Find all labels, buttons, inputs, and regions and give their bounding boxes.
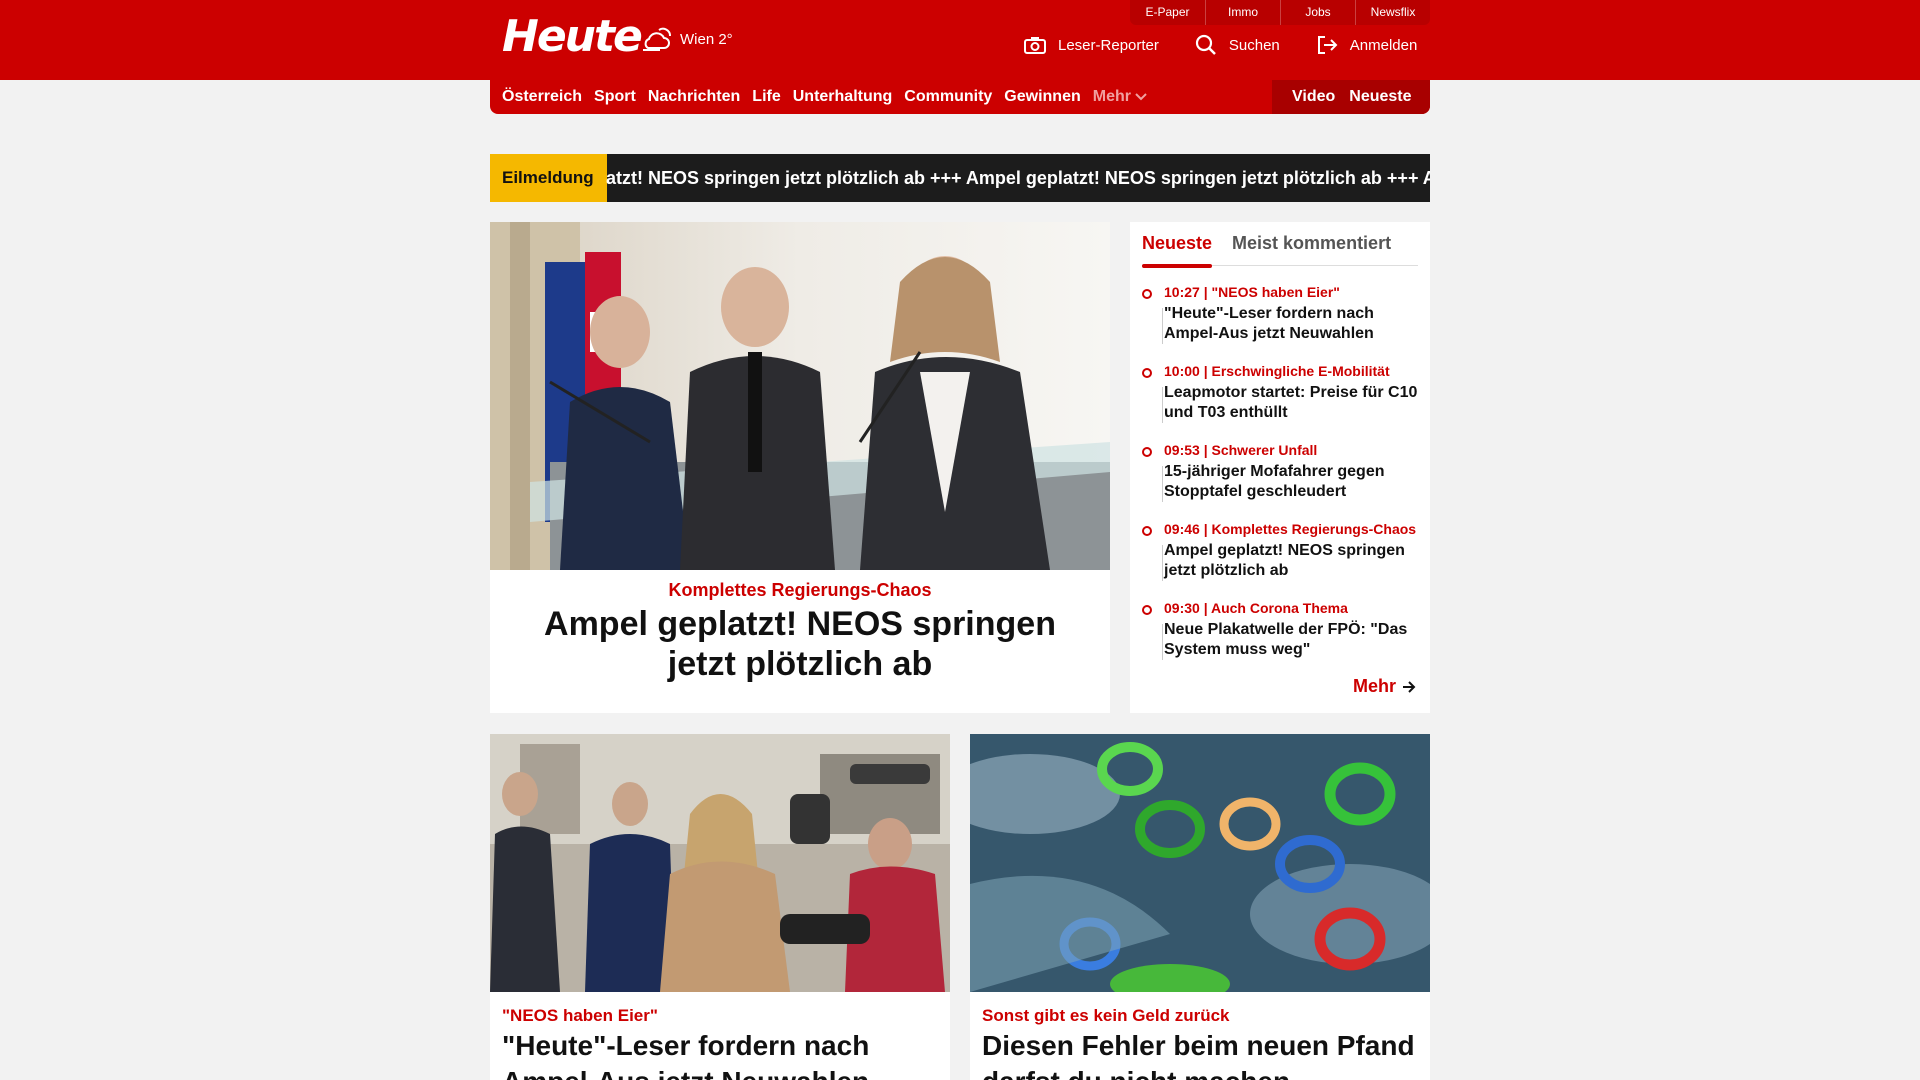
card-kicker: Sonst gibt es kein Geld zurück: [982, 1006, 1230, 1025]
hero-image[interactable]: [490, 222, 1110, 570]
nav-more-label: Mehr: [1092, 88, 1131, 105]
search-label: Suchen: [1228, 36, 1280, 54]
card-title[interactable]: Diesen Fehler beim neuen Pfand darfst du…: [982, 1028, 1422, 1080]
cloud-sun-icon: [643, 27, 671, 51]
news-item-meta: 10:00 | Erschwingliche E-Mobilität: [1164, 363, 1390, 379]
topbar-link-newsflix[interactable]: Newsflix: [1355, 0, 1430, 25]
news-item-title[interactable]: Ampel geplatzt! NEOS springen jetzt plöt…: [1164, 541, 1424, 581]
timeline-line: [1162, 545, 1163, 581]
timeline-line: [1162, 624, 1163, 660]
timeline-line: [1162, 387, 1163, 423]
article-image-press[interactable]: [490, 734, 950, 992]
sidebar-tabs: Neueste Meist kommentiert: [1142, 230, 1418, 268]
weather-widget[interactable]: Wien 2°: [640, 26, 733, 52]
latest-news-sidebar: Neueste Meist kommentiert 10:27 | "NEOS …: [1130, 222, 1430, 713]
tab-meist-kommentiert[interactable]: Meist kommentiert: [1232, 230, 1391, 266]
hero-article[interactable]: Komplettes Regierungs-Chaos Ampel geplat…: [490, 222, 1110, 713]
news-item-title[interactable]: Leapmotor startet: Preise für C10 und T0…: [1164, 383, 1424, 423]
arrow-right-icon: [1403, 680, 1416, 693]
nav-item-oesterreich[interactable]: Österreich: [502, 88, 582, 106]
login-button[interactable]: Anmelden: [1316, 34, 1418, 56]
breaking-news-text[interactable]: atzt! NEOS springen jetzt plötzlich ab +…: [606, 154, 1430, 202]
list-item[interactable]: 09:30 | Auch Corona Thema Neue Plakatwel…: [1142, 598, 1424, 677]
weather-text: Wien 2°: [680, 30, 733, 48]
timeline-dot-icon: [1142, 605, 1152, 615]
timeline-dot-icon: [1142, 447, 1152, 457]
tab-neueste[interactable]: Neueste: [1142, 230, 1213, 268]
breaking-news-ticker[interactable]: Eilmeldung atzt! NEOS springen jetzt plö…: [490, 154, 1430, 202]
nav-item-community[interactable]: Community: [904, 88, 992, 106]
login-icon: [1317, 36, 1338, 54]
article-card[interactable]: Sonst gibt es kein Geld zurück Diesen Fe…: [970, 734, 1430, 1080]
sidebar-more-link[interactable]: Mehr: [1353, 676, 1416, 697]
timeline-line: [1162, 308, 1163, 344]
news-item-meta: 10:27 | "NEOS haben Eier": [1164, 284, 1340, 300]
nav-item-neueste[interactable]: Neueste: [1349, 88, 1411, 106]
nav-item-video[interactable]: Video: [1292, 88, 1335, 106]
news-item-meta: 09:46 | Komplettes Regierungs-Chaos: [1164, 521, 1417, 537]
site-header: E-Paper Immo Jobs Newsflix Heute Wien 2°…: [0, 0, 1920, 80]
news-item-title[interactable]: 15-jähriger Mofafahrer gegen Stopptafel …: [1164, 462, 1424, 502]
sidebar-more-label: Mehr: [1352, 676, 1396, 696]
list-item[interactable]: 09:46 | Komplettes Regierungs-Chaos Ampe…: [1142, 519, 1424, 598]
nav-more-dropdown[interactable]: Mehr: [1093, 88, 1147, 106]
header-actions: Leser-Reporter Suchen Anmelden: [1024, 34, 1417, 56]
timeline-dot-icon: [1142, 526, 1152, 536]
leser-reporter-label: Leser-Reporter: [1058, 36, 1159, 54]
list-item[interactable]: 10:00 | Erschwingliche E-Mobilität Leapm…: [1142, 361, 1424, 440]
timeline-dot-icon: [1142, 289, 1152, 299]
breaking-news-label: Eilmeldung: [490, 154, 607, 202]
card-title[interactable]: "Heute"-Leser fordern nach Ampel-Aus jet…: [502, 1028, 942, 1080]
timeline-line: [1162, 466, 1163, 502]
login-label: Anmelden: [1349, 36, 1418, 54]
topbar-link-immo[interactable]: Immo: [1205, 0, 1280, 25]
news-item-title[interactable]: Neue Plakatwelle der FPÖ: "Das System mu…: [1164, 620, 1424, 660]
hero-kicker: Komplettes Regierungs-Chaos: [668, 580, 932, 600]
chevron-down-icon: [1135, 93, 1147, 101]
topbar-link-epaper[interactable]: E-Paper: [1130, 0, 1205, 25]
news-item-meta: 09:30 | Auch Corona Thema: [1164, 600, 1348, 616]
leser-reporter-button[interactable]: Leser-Reporter: [1024, 34, 1159, 56]
nav-right-group: Video Neueste: [1272, 80, 1430, 114]
nav-item-sport[interactable]: Sport: [594, 88, 636, 106]
search-icon: [1195, 34, 1216, 55]
article-card[interactable]: "NEOS haben Eier" "Heute"-Leser fordern …: [490, 734, 950, 1080]
news-item-meta: 09:53 | Schwerer Unfall: [1164, 442, 1318, 458]
nav-item-life[interactable]: Life: [752, 88, 780, 106]
news-item-title[interactable]: "Heute"-Leser fordern nach Ampel-Aus jet…: [1164, 304, 1424, 344]
nav-item-nachrichten[interactable]: Nachrichten: [648, 88, 740, 106]
site-logo[interactable]: Heute: [502, 12, 643, 62]
nav-item-unterhaltung[interactable]: Unterhaltung: [793, 88, 893, 106]
card-kicker: "NEOS haben Eier": [502, 1006, 658, 1025]
topbar-link-jobs[interactable]: Jobs: [1280, 0, 1355, 25]
hero-title[interactable]: Ampel geplatzt! NEOS springen jetzt plöt…: [510, 604, 1090, 684]
nav-item-gewinnen[interactable]: Gewinnen: [1004, 88, 1080, 106]
search-button[interactable]: Suchen: [1195, 34, 1280, 56]
list-item[interactable]: 09:53 | Schwerer Unfall 15-jähriger Mofa…: [1142, 440, 1424, 519]
topbar-links: E-Paper Immo Jobs Newsflix: [1130, 0, 1430, 25]
list-item[interactable]: 10:27 | "NEOS haben Eier" "Heute"-Leser …: [1142, 282, 1424, 361]
camera-icon: [1024, 37, 1046, 54]
main-nav: Österreich Sport Nachrichten Life Unterh…: [490, 80, 1430, 114]
article-image-bottles[interactable]: [970, 734, 1430, 992]
latest-news-list: 10:27 | "NEOS haben Eier" "Heute"-Leser …: [1142, 282, 1424, 677]
timeline-dot-icon: [1142, 368, 1152, 378]
